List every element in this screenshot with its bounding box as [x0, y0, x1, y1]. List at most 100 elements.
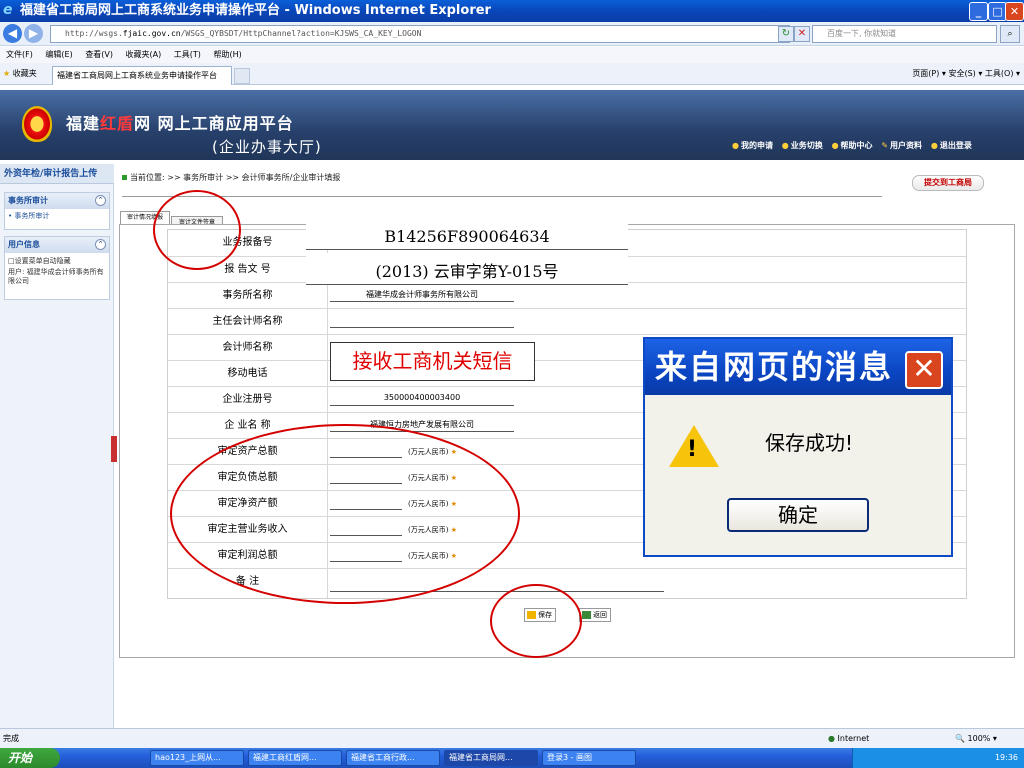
url-input[interactable]: http://wsgs.fjaic.gov.cn/WSGS_QYBSDT/Htt…	[50, 25, 790, 43]
menu-favorites[interactable]: 收藏夹(A)	[126, 50, 162, 59]
start-button[interactable]: 开始	[0, 748, 60, 768]
current-user: 用户: 福建华成会计师事务所有限公司	[8, 268, 104, 285]
browser-tab[interactable]: 福建省工商局网上工商系统业务申请操作平台	[52, 66, 232, 85]
warning-icon-mark: !	[687, 437, 698, 462]
ie-icon: e	[3, 2, 13, 18]
dialog-message: 保存成功!	[765, 431, 854, 455]
globe-icon: ●	[828, 734, 835, 743]
taskbar: 开始 hao123_上网从... 福建工商红盾网... 福建省工商行政... 福…	[0, 748, 1024, 768]
sidebar-panel-title: 用户信息	[8, 240, 40, 249]
search-icon[interactable]: ⌕	[1000, 25, 1020, 43]
dialog-ok-button[interactable]: 确定	[727, 498, 869, 532]
header-links: ● 我的申请 ● 业务切换 ● 帮助中心 ✎ 用户资料 ● 退出登录	[732, 140, 978, 151]
sidebar-panel-title: 事务所审计	[8, 196, 48, 205]
menu-file[interactable]: 文件(F)	[6, 50, 33, 59]
logout-link[interactable]: ● 退出登录	[931, 141, 972, 150]
national-emblem-icon	[22, 106, 52, 142]
menu-tools[interactable]: 工具(T)	[174, 50, 201, 59]
menu-help[interactable]: 帮助(H)	[213, 50, 241, 59]
sidebar-panel-audit: 事务所审计 ⌃ • 事务所审计	[4, 192, 110, 230]
bullet-icon	[122, 175, 127, 180]
sidebar-panel-header[interactable]: 事务所审计 ⌃	[5, 193, 109, 209]
sidebar-title[interactable]: 外资年检/审计报告上传	[0, 164, 114, 184]
menu-bar: 文件(F) 编辑(E) 查看(V) 收藏夹(A) 工具(T) 帮助(H)	[0, 47, 1024, 63]
collapse-icon[interactable]: ⌃	[95, 195, 106, 206]
favorites-label: 收藏夹	[12, 69, 37, 78]
command-bar[interactable]: 页面(P) ▾ 安全(S) ▾ 工具(O) ▾	[912, 63, 1020, 85]
field-label: 移动电话	[168, 361, 328, 386]
security-zone: ● Internet	[828, 734, 870, 743]
menu-view[interactable]: 查看(V)	[85, 50, 113, 59]
sidebar-toggle-handle[interactable]	[111, 436, 117, 462]
system-tray: 19:36	[852, 748, 1024, 768]
enterprise-reg-no-value: 350000400003400	[383, 393, 461, 402]
sidebar-panel-user: 用户信息 ⌃ □设置菜单自动隐藏 用户: 福建华成会计师事务所有限公司	[4, 236, 110, 300]
star-icon: ★	[3, 69, 11, 78]
auto-hide-checkbox[interactable]: □设置菜单自动隐藏	[5, 256, 109, 267]
brand-red: 红盾	[100, 114, 135, 133]
new-tab-button[interactable]	[234, 68, 250, 84]
sidebar: 外资年检/审计报告上传 事务所审计 ⌃ • 事务所审计 用户信息 ⌃ □设置菜单自动…	[0, 164, 114, 728]
site-brand: 福建红盾网 网上工商应用平台	[66, 110, 294, 134]
firm-name-value: 福建华成会计师事务所有限公司	[366, 290, 478, 299]
field-label: 事务所名称	[168, 283, 328, 308]
dialog-close-button[interactable]: ✕	[905, 351, 943, 389]
zoom-level[interactable]: 🔍 100% ▾	[955, 729, 997, 749]
form-row: 主任会计师名称	[168, 308, 966, 334]
status-bar: 完成 ● Internet 🔍 100% ▾	[0, 728, 1024, 748]
brand-prefix: 福建	[66, 114, 101, 133]
breadcrumb: 当前位置: >> 事务所审计 >> 会计师事务所/企业审计填报	[122, 172, 340, 183]
taskbar-item[interactable]: 福建工商红盾网...	[248, 750, 342, 766]
refresh-button[interactable]: ↻	[778, 26, 794, 42]
collapse-icon[interactable]: ⌃	[95, 239, 106, 250]
dot-icon: ●	[831, 141, 839, 150]
underline	[330, 327, 514, 328]
favorites-bar: ★ 收藏夹 福建省工商局网上工商系统业务申请操作平台 页面(P) ▾ 安全(S)…	[0, 63, 1024, 85]
close-window-button[interactable]: ✕	[1005, 2, 1024, 21]
exit-icon: ●	[930, 141, 938, 150]
divider	[122, 196, 882, 197]
url-path: /WSGS_QYBSDT/HttpChannel?action=KJSWS_CA…	[180, 29, 422, 38]
underline	[330, 405, 514, 406]
switch-business-link[interactable]: ● 业务切换	[782, 141, 823, 150]
back-button-form[interactable]: 返回	[579, 608, 611, 622]
url-prefix: http://wsgs.	[65, 29, 123, 38]
underline	[330, 301, 514, 302]
clock[interactable]: 19:36	[995, 753, 1018, 762]
my-applications-link[interactable]: ● 我的申请	[732, 141, 773, 150]
annotation-circle-tab	[153, 190, 241, 270]
back-icon	[582, 611, 591, 619]
favorites-button[interactable]: ★ 收藏夹	[3, 63, 37, 85]
taskbar-item-active[interactable]: 福建省工商局网...	[444, 750, 538, 766]
taskbar-item[interactable]: 福建省工商行政...	[346, 750, 440, 766]
dot-icon: ●	[781, 141, 789, 150]
window-title-bar: 福建省工商局网上工商系统业务申请操作平台 - Windows Internet …	[0, 0, 1024, 22]
back-button[interactable]: ◀	[3, 24, 22, 43]
search-placeholder: 百度一下, 你就知道	[827, 29, 897, 38]
stop-button[interactable]: ✕	[794, 26, 810, 42]
search-input[interactable]: 百度一下, 你就知道	[812, 25, 997, 43]
menu-edit[interactable]: 编辑(E)	[45, 50, 72, 59]
user-profile-link[interactable]: ✎ 用户资料	[881, 141, 922, 150]
site-subtitle: (企业办事大厅)	[212, 138, 322, 156]
chief-accountant-field[interactable]	[330, 309, 966, 334]
minimize-button[interactable]: _	[969, 2, 988, 21]
submit-to-bureau-button[interactable]: 提交到工商局	[912, 175, 984, 191]
form-row: 事务所名称 福建华成会计师事务所有限公司	[168, 282, 966, 308]
help-center-link[interactable]: ● 帮助中心	[832, 141, 873, 150]
sidebar-panel-header[interactable]: 用户信息 ⌃	[5, 237, 109, 253]
forward-button[interactable]: ▶	[24, 24, 43, 43]
status-text: 完成	[3, 734, 19, 743]
taskbar-item[interactable]: hao123_上网从...	[150, 750, 244, 766]
report-filing-no-value: B14256F890064634	[306, 219, 628, 250]
firm-name-field[interactable]: 福建华成会计师事务所有限公司	[330, 283, 966, 308]
taskbar-item[interactable]: 登录3 - 画图	[542, 750, 636, 766]
back-label: 返回	[593, 611, 607, 619]
sidebar-item-audit[interactable]: • 事务所审计	[5, 209, 109, 223]
brand-suffix: 网 网上工商应用平台	[134, 114, 294, 133]
site-header: 福建红盾网 网上工商应用平台 (企业办事大厅) ● 我的申请 ● 业务切换 ● 帮助中…	[0, 90, 1024, 160]
window-title: 福建省工商局网上工商系统业务申请操作平台 - Windows Internet …	[20, 3, 491, 18]
url-domain: fjaic.gov.cn	[122, 29, 181, 38]
sms-notice-checkbox[interactable]: 接收工商机关短信	[330, 342, 535, 381]
browser-tab-title: 福建省工商局网上工商系统业务申请操作平台	[57, 71, 217, 80]
